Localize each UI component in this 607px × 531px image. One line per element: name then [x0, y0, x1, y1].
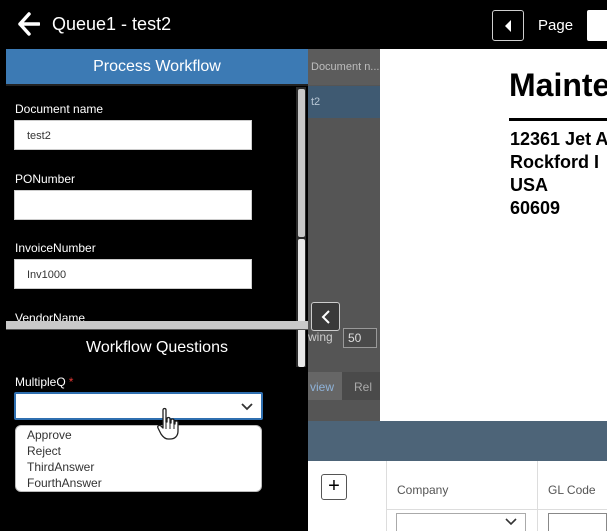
address-line: 12361 Jet A — [510, 129, 607, 149]
add-row-button[interactable]: + — [321, 474, 347, 500]
page-size-select[interactable]: 50 — [343, 328, 377, 348]
page-label: Page — [538, 17, 574, 34]
page-number-input[interactable] — [587, 10, 607, 41]
back-arrow-icon[interactable] — [18, 11, 40, 37]
po-number-label: PONumber — [15, 172, 76, 186]
document-viewer: Mainte 12361 Jet A Rockford I USA 60609 — [380, 49, 607, 421]
tab-view[interactable]: view — [308, 372, 342, 400]
chevron-left-icon — [505, 20, 511, 32]
company-column-header: Company — [397, 483, 449, 497]
chevron-down-icon — [241, 403, 253, 411]
vendor-name-label: VendorName — [15, 311, 86, 321]
panel-title: Process Workflow — [6, 49, 308, 84]
option-third-answer[interactable]: ThirdAnswer — [16, 459, 261, 475]
page-title: Queue1 - test2 — [52, 14, 172, 34]
top-bar: Queue1 - test2 Page — [0, 0, 607, 49]
workflow-questions-title: Workflow Questions — [86, 339, 228, 356]
process-workflow-panel: Process Workflow Document name test2 PON… — [6, 49, 308, 531]
panel-header-divider — [6, 84, 308, 86]
grid-toolbar-band — [308, 421, 607, 461]
document-heading: Mainte — [509, 67, 607, 103]
multiple-q-select[interactable] — [14, 392, 263, 420]
required-indicator: * — [68, 375, 74, 389]
gl-code-input[interactable] — [548, 513, 607, 531]
option-reject[interactable]: Reject — [16, 443, 261, 459]
document-name-column-header: Document n... — [308, 49, 380, 85]
multiple-q-dropdown: Approve Reject ThirdAnswer FourthAnswer — [15, 425, 262, 492]
address-line: Rockford I — [510, 152, 600, 172]
previous-page-button[interactable] — [492, 10, 524, 41]
showing-label: wing — [308, 330, 333, 344]
address-line: 60609 — [510, 198, 561, 218]
option-fourth-answer[interactable]: FourthAnswer — [16, 475, 261, 491]
section-divider-shadow — [6, 329, 308, 330]
multiple-q-label-text: MultipleQ — [15, 375, 66, 389]
section-divider — [6, 321, 308, 329]
tab-related[interactable]: Rel — [354, 380, 372, 394]
chevron-down-icon — [505, 518, 517, 526]
hand-pointer-icon — [157, 407, 179, 440]
company-select[interactable] — [396, 513, 526, 531]
document-name-field[interactable]: test2 — [14, 120, 252, 150]
invoice-number-field[interactable]: Inv1000 — [14, 259, 252, 289]
column-divider — [537, 461, 538, 531]
chevron-left-icon — [321, 310, 330, 324]
multiple-q-label: MultipleQ * — [15, 375, 73, 389]
selected-document-row[interactable]: t2 — [308, 86, 380, 118]
address-line: USA — [510, 175, 549, 195]
po-number-field[interactable] — [14, 190, 252, 220]
invoice-number-label: InvoiceNumber — [15, 241, 96, 255]
option-approve[interactable]: Approve — [16, 427, 261, 443]
document-name-label: Document name — [15, 102, 104, 116]
scrollbar-thumb[interactable] — [298, 89, 305, 237]
heading-rule — [509, 118, 607, 121]
column-divider — [386, 461, 387, 531]
collapse-panel-button[interactable] — [311, 302, 340, 331]
gl-code-column-header: GL Code — [548, 483, 596, 497]
row-divider — [386, 509, 607, 510]
